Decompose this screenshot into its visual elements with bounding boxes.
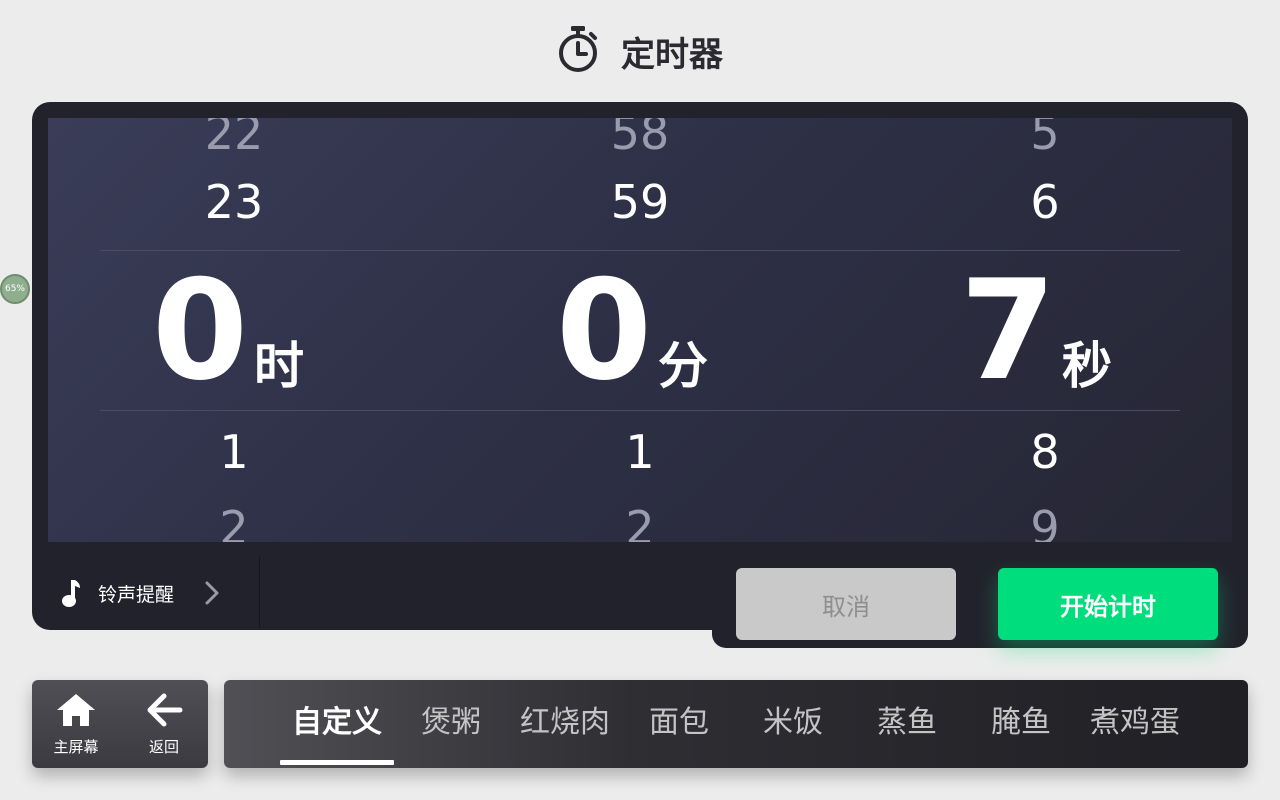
ringtone-label: 铃声提醒 [98, 584, 175, 606]
tab-custom[interactable]: 自定义 [280, 680, 394, 768]
minutes-unit-label: 分 [658, 337, 708, 395]
seconds-option[interactable]: 9 [895, 498, 1195, 542]
seconds-unit-label: 秒 [1062, 337, 1112, 395]
music-note-icon [60, 578, 82, 612]
seconds-selected-value: 7 [960, 250, 1057, 411]
home-button[interactable]: 主屏幕 [32, 680, 120, 768]
ringtone-reminder-button[interactable]: 铃声提醒 [34, 556, 260, 628]
minutes-option[interactable]: 1 [490, 422, 790, 482]
hours-option[interactable]: 2 [84, 498, 384, 542]
minutes-selected-value: 0 [556, 250, 653, 411]
hours-option[interactable]: 23 [84, 172, 384, 232]
back-button[interactable]: 返回 [120, 680, 208, 768]
hours-selected-value: 0 [152, 250, 249, 411]
hours-option[interactable]: 1 [84, 422, 384, 482]
active-tab-indicator [280, 760, 394, 765]
time-picker[interactable]: 22 23 1 2 0 时 58 59 1 2 0 分 5 6 8 9 7 秒 [48, 118, 1232, 542]
arrow-left-icon [144, 692, 184, 736]
preset-tab-bar: 自定义 煲粥 红烧肉 面包 米饭 蒸鱼 腌鱼 煮鸡蛋 [224, 680, 1248, 768]
minutes-option[interactable]: 2 [490, 498, 790, 542]
chevron-right-icon [204, 580, 220, 610]
seconds-option[interactable]: 8 [895, 422, 1195, 482]
home-label: 主屏幕 [53, 737, 99, 756]
minutes-option[interactable]: 59 [490, 172, 790, 232]
system-nav: 主屏幕 返回 [32, 680, 208, 768]
page-header: 定时器 [0, 24, 1280, 78]
home-icon [55, 692, 97, 736]
start-timer-button[interactable]: 开始计时 [998, 568, 1218, 640]
stopwatch-icon [557, 24, 599, 78]
tab-porridge[interactable]: 煲粥 [394, 680, 508, 768]
page-title: 定时器 [621, 34, 723, 75]
tab-salted-fish[interactable]: 腌鱼 [964, 680, 1078, 768]
hours-unit-label: 时 [254, 337, 304, 395]
tab-rice[interactable]: 米饭 [736, 680, 850, 768]
cancel-button[interactable]: 取消 [736, 568, 956, 640]
seconds-option[interactable]: 5 [895, 118, 1195, 163]
hours-option[interactable]: 22 [84, 118, 384, 163]
tab-boiled-egg[interactable]: 煮鸡蛋 [1078, 680, 1192, 768]
seconds-option[interactable]: 6 [895, 172, 1195, 232]
battery-badge: 65% [0, 274, 30, 304]
tab-braised-pork[interactable]: 红烧肉 [508, 680, 622, 768]
tab-bread[interactable]: 面包 [622, 680, 736, 768]
tab-steamed-fish[interactable]: 蒸鱼 [850, 680, 964, 768]
minutes-option[interactable]: 58 [490, 118, 790, 163]
back-label: 返回 [148, 737, 179, 756]
